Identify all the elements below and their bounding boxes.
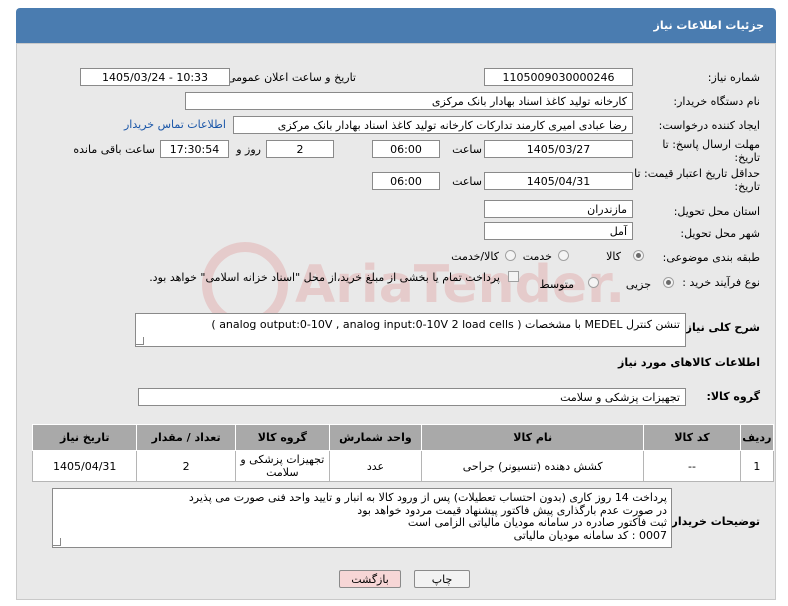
category-both-radio[interactable] (505, 250, 516, 261)
buyer-org-field: کارخانه تولید کاغذ اسناد بهادار بانک مرک… (185, 92, 633, 110)
payment-checkbox[interactable] (508, 271, 519, 282)
category-service-radio[interactable] (558, 250, 569, 261)
col-goods-name: نام کالا (420, 424, 645, 451)
back-button[interactable]: بازگشت (339, 570, 401, 588)
cell-need-date: 1405/04/31 (31, 450, 138, 482)
category-both-label: کالا/خدمت (451, 250, 499, 263)
category-goods-radio[interactable] (633, 250, 644, 261)
col-quantity: تعداد / مقدار (136, 424, 236, 451)
contact-buyer-link[interactable]: اطلاعات تماس خریدار (124, 118, 226, 131)
process-minor-radio[interactable] (663, 277, 674, 288)
deadline-date-field: 1405/03/27 (484, 140, 633, 158)
goods-group-field: تجهیزات پزشکی و سلامت (138, 388, 686, 406)
col-goods-code: کد کالا (643, 424, 741, 451)
cell-goods-group: تجهیزات پزشکی و سلامت (234, 450, 330, 482)
deadline-time-label: ساعت (452, 143, 482, 156)
col-need-date: تاریخ نیاز (31, 424, 138, 451)
description-field: تنشن کنترل MEDEL با مشخصات ( analog outp… (135, 313, 686, 347)
goods-table: تاریخ نیاز تعداد / مقدار گروه کالا واحد … (31, 424, 775, 482)
print-button[interactable]: چاپ (414, 570, 470, 588)
col-goods-group: گروه کالا (234, 424, 330, 451)
payment-note: پرداخت تمام یا بخشی از مبلغ خرید،از محل … (149, 271, 500, 284)
deadline-label: مهلت ارسال پاسخ: تا تاریخ: (662, 138, 760, 164)
need-number-field: 1105009030000246 (484, 68, 633, 86)
remaining-label: ساعت باقی مانده (73, 143, 155, 156)
validity-date-field: 1405/04/31 (484, 172, 633, 190)
deadline-time-field: 06:00 (372, 140, 440, 158)
remaining-time-field: 17:30:54 (160, 140, 229, 158)
validity-label: حداقل تاریخ اعتبار قیمت: تا تاریخ: (634, 167, 760, 193)
cell-row-number: 1 (739, 450, 775, 482)
table-row: 1405/04/31 2 تجهیزات پزشکی و سلامت عدد ک… (31, 450, 775, 482)
category-goods-label: کالا (606, 250, 621, 263)
cell-quantity: 2 (136, 450, 236, 482)
process-medium-radio[interactable] (588, 277, 599, 288)
goods-group-label: گروه کالا: (706, 390, 760, 403)
validity-time-field: 06:00 (372, 172, 440, 190)
notes-resize-handle-icon[interactable] (53, 538, 61, 546)
buyer-note-line: ثبت فاکتور صادره در سامانه مودیان مالیات… (407, 516, 667, 529)
header-bar: جزئیات اطلاعات نیاز (16, 8, 776, 43)
announce-label: تاریخ و ساعت اعلان عمومی: (223, 71, 356, 84)
page: جزئیات اطلاعات نیاز AriaTender.net شماره… (0, 0, 788, 606)
cell-unit: عدد (328, 450, 422, 482)
province-field: مازندران (484, 200, 633, 218)
buyer-notes-label: توضیحات خریدار: (667, 515, 760, 528)
buyer-notes-field: پرداخت 14 روز کاری (بدون احتساب تعطیلات)… (52, 488, 672, 548)
col-row-number: ردیف (739, 424, 775, 451)
col-unit: واحد شمارش (328, 424, 422, 451)
goods-section-title: اطلاعات کالاهای مورد نیاز (618, 356, 760, 369)
buyer-note-line: 0007 : کد سامانه مودیان مالیاتی (513, 528, 667, 542)
process-medium-label: متوسط (539, 278, 574, 291)
creator-field: رضا عبادی امیری کارمند تدارکات کارخانه ت… (233, 116, 633, 134)
buyer-note-line: پرداخت 14 روز کاری (بدون احتساب تعطیلات)… (188, 491, 667, 504)
city-field: آمل (484, 222, 633, 240)
validity-time-label: ساعت (452, 175, 482, 188)
table-header-row: تاریخ نیاز تعداد / مقدار گروه کالا واحد … (31, 424, 775, 451)
days-field: 2 (266, 140, 334, 158)
description-label: شرح کلی نیاز: (681, 321, 760, 334)
page-title: جزئیات اطلاعات نیاز (653, 19, 765, 32)
category-service-label: خدمت (522, 250, 552, 263)
days-label: روز و (236, 143, 261, 156)
province-label: استان محل تحویل: (673, 205, 760, 218)
cell-goods-name: کشش دهنده (تنسیونر) جراحی (420, 450, 645, 482)
process-minor-label: جزیی (625, 278, 651, 291)
category-label: طبقه بندی موضوعی: (662, 251, 760, 264)
announce-field: 1405/03/24 - 10:33 (80, 68, 230, 86)
cell-goods-code: -- (643, 450, 741, 482)
city-label: شهر محل تحویل: (680, 227, 760, 240)
creator-label: ایجاد کننده درخواست: (658, 119, 760, 132)
need-number-label: شماره نیاز: (707, 71, 760, 84)
process-label: نوع فرآیند خرید : (682, 276, 760, 289)
buyer-org-label: نام دستگاه خریدار: (673, 95, 760, 108)
resize-handle-icon[interactable] (136, 337, 144, 345)
